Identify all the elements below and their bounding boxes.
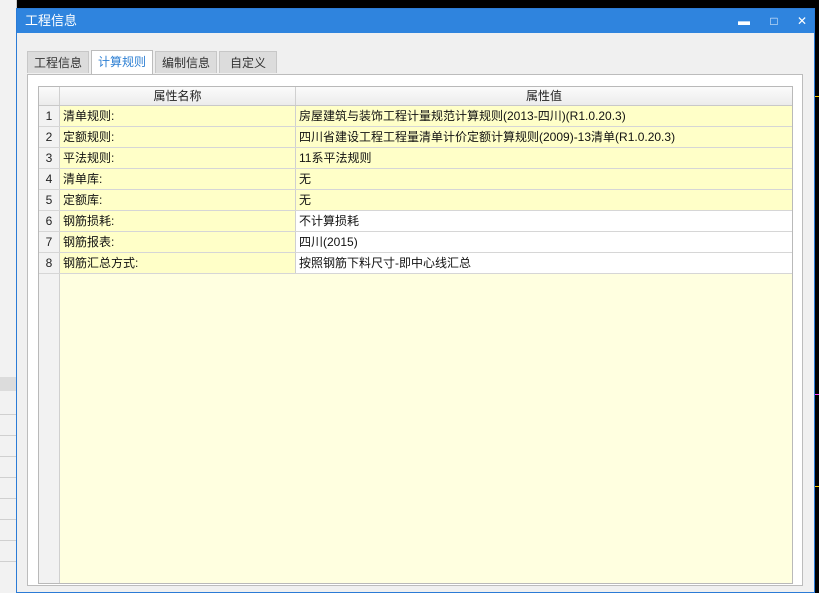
minimize-button[interactable]: ▬ [734,11,754,31]
tab-calculation-rules[interactable]: 计算规则 [91,50,153,74]
background-app-toolbar [0,0,819,8]
close-button[interactable]: ✕ [792,11,812,31]
table-row[interactable]: 2 定额规则: 四川省建设工程工程量清单计价定额计算规则(2009)-13清单(… [39,127,792,148]
property-value-cell[interactable]: 无 [296,190,792,210]
tab-custom[interactable]: 自定义 [219,51,277,73]
property-grid: 属性名称 属性值 1 清单规则: 房屋建筑与装饰工程计量规范计算规则(2013-… [38,86,793,584]
empty-grid-area [60,274,792,583]
property-name-cell: 钢筋报表: [60,232,296,252]
background-divider [0,477,16,478]
table-row[interactable]: 3 平法规则: 11系平法规则 [39,148,792,169]
background-divider [0,435,16,436]
grid-header: 属性名称 属性值 [39,87,792,106]
property-name-cell: 定额规则: [60,127,296,147]
background-divider [0,561,16,562]
table-row[interactable]: 1 清单规则: 房屋建筑与装饰工程计量规范计算规则(2013-四川)(R1.0.… [39,106,792,127]
table-row[interactable]: 4 清单库: 无 [39,169,792,190]
background-divider [0,456,16,457]
property-value-cell[interactable]: 无 [296,169,792,189]
property-value-cell[interactable]: 不计算损耗 [296,211,792,231]
project-info-dialog: 工程信息 ▬ □ ✕ 工程信息 计算规则 编制信息 自定义 属性名称 属性值 1… [16,8,815,593]
property-name-cell: 清单库: [60,169,296,189]
property-name-cell: 平法规则: [60,148,296,168]
row-number: 4 [39,169,60,189]
maximize-button[interactable]: □ [764,11,784,31]
property-value-cell[interactable]: 四川(2015) [296,232,792,252]
tab-panel: 属性名称 属性值 1 清单规则: 房屋建筑与装饰工程计量规范计算规则(2013-… [27,74,803,586]
row-number: 7 [39,232,60,252]
background-app-left-panel [0,0,17,593]
property-value-cell[interactable]: 11系平法规则 [296,148,792,168]
table-row[interactable]: 8 钢筋汇总方式: 按照钢筋下料尺寸-即中心线汇总 [39,253,792,274]
row-number: 8 [39,253,60,273]
property-name-cell: 清单规则: [60,106,296,126]
property-value-cell[interactable]: 按照钢筋下料尺寸-即中心线汇总 [296,253,792,273]
dialog-title: 工程信息 [25,13,78,28]
row-number: 5 [39,190,60,210]
background-panel-band [0,377,16,391]
tab-compilation-info[interactable]: 编制信息 [155,51,217,73]
tab-project-info[interactable]: 工程信息 [27,51,89,73]
property-name-cell: 钢筋汇总方式: [60,253,296,273]
row-number: 3 [39,148,60,168]
row-number: 6 [39,211,60,231]
dialog-titlebar[interactable]: 工程信息 ▬ □ ✕ [17,9,814,33]
header-property-name: 属性名称 [60,87,296,105]
row-number: 2 [39,127,60,147]
empty-row-gutter [39,274,60,583]
background-divider [0,498,16,499]
property-value-cell[interactable]: 四川省建设工程工程量清单计价定额计算规则(2009)-13清单(R1.0.20.… [296,127,792,147]
table-row[interactable]: 7 钢筋报表: 四川(2015) [39,232,792,253]
background-divider [0,414,16,415]
table-row[interactable]: 6 钢筋损耗: 不计算损耗 [39,211,792,232]
property-name-cell: 定额库: [60,190,296,210]
background-divider [0,540,16,541]
header-row-number [39,87,60,105]
header-property-value: 属性值 [525,89,562,103]
background-divider [0,519,16,520]
table-row[interactable]: 5 定额库: 无 [39,190,792,211]
property-name-cell: 钢筋损耗: [60,211,296,231]
row-number: 1 [39,106,60,126]
property-value-cell[interactable]: 房屋建筑与装饰工程计量规范计算规则(2013-四川)(R1.0.20.3) [296,106,792,126]
